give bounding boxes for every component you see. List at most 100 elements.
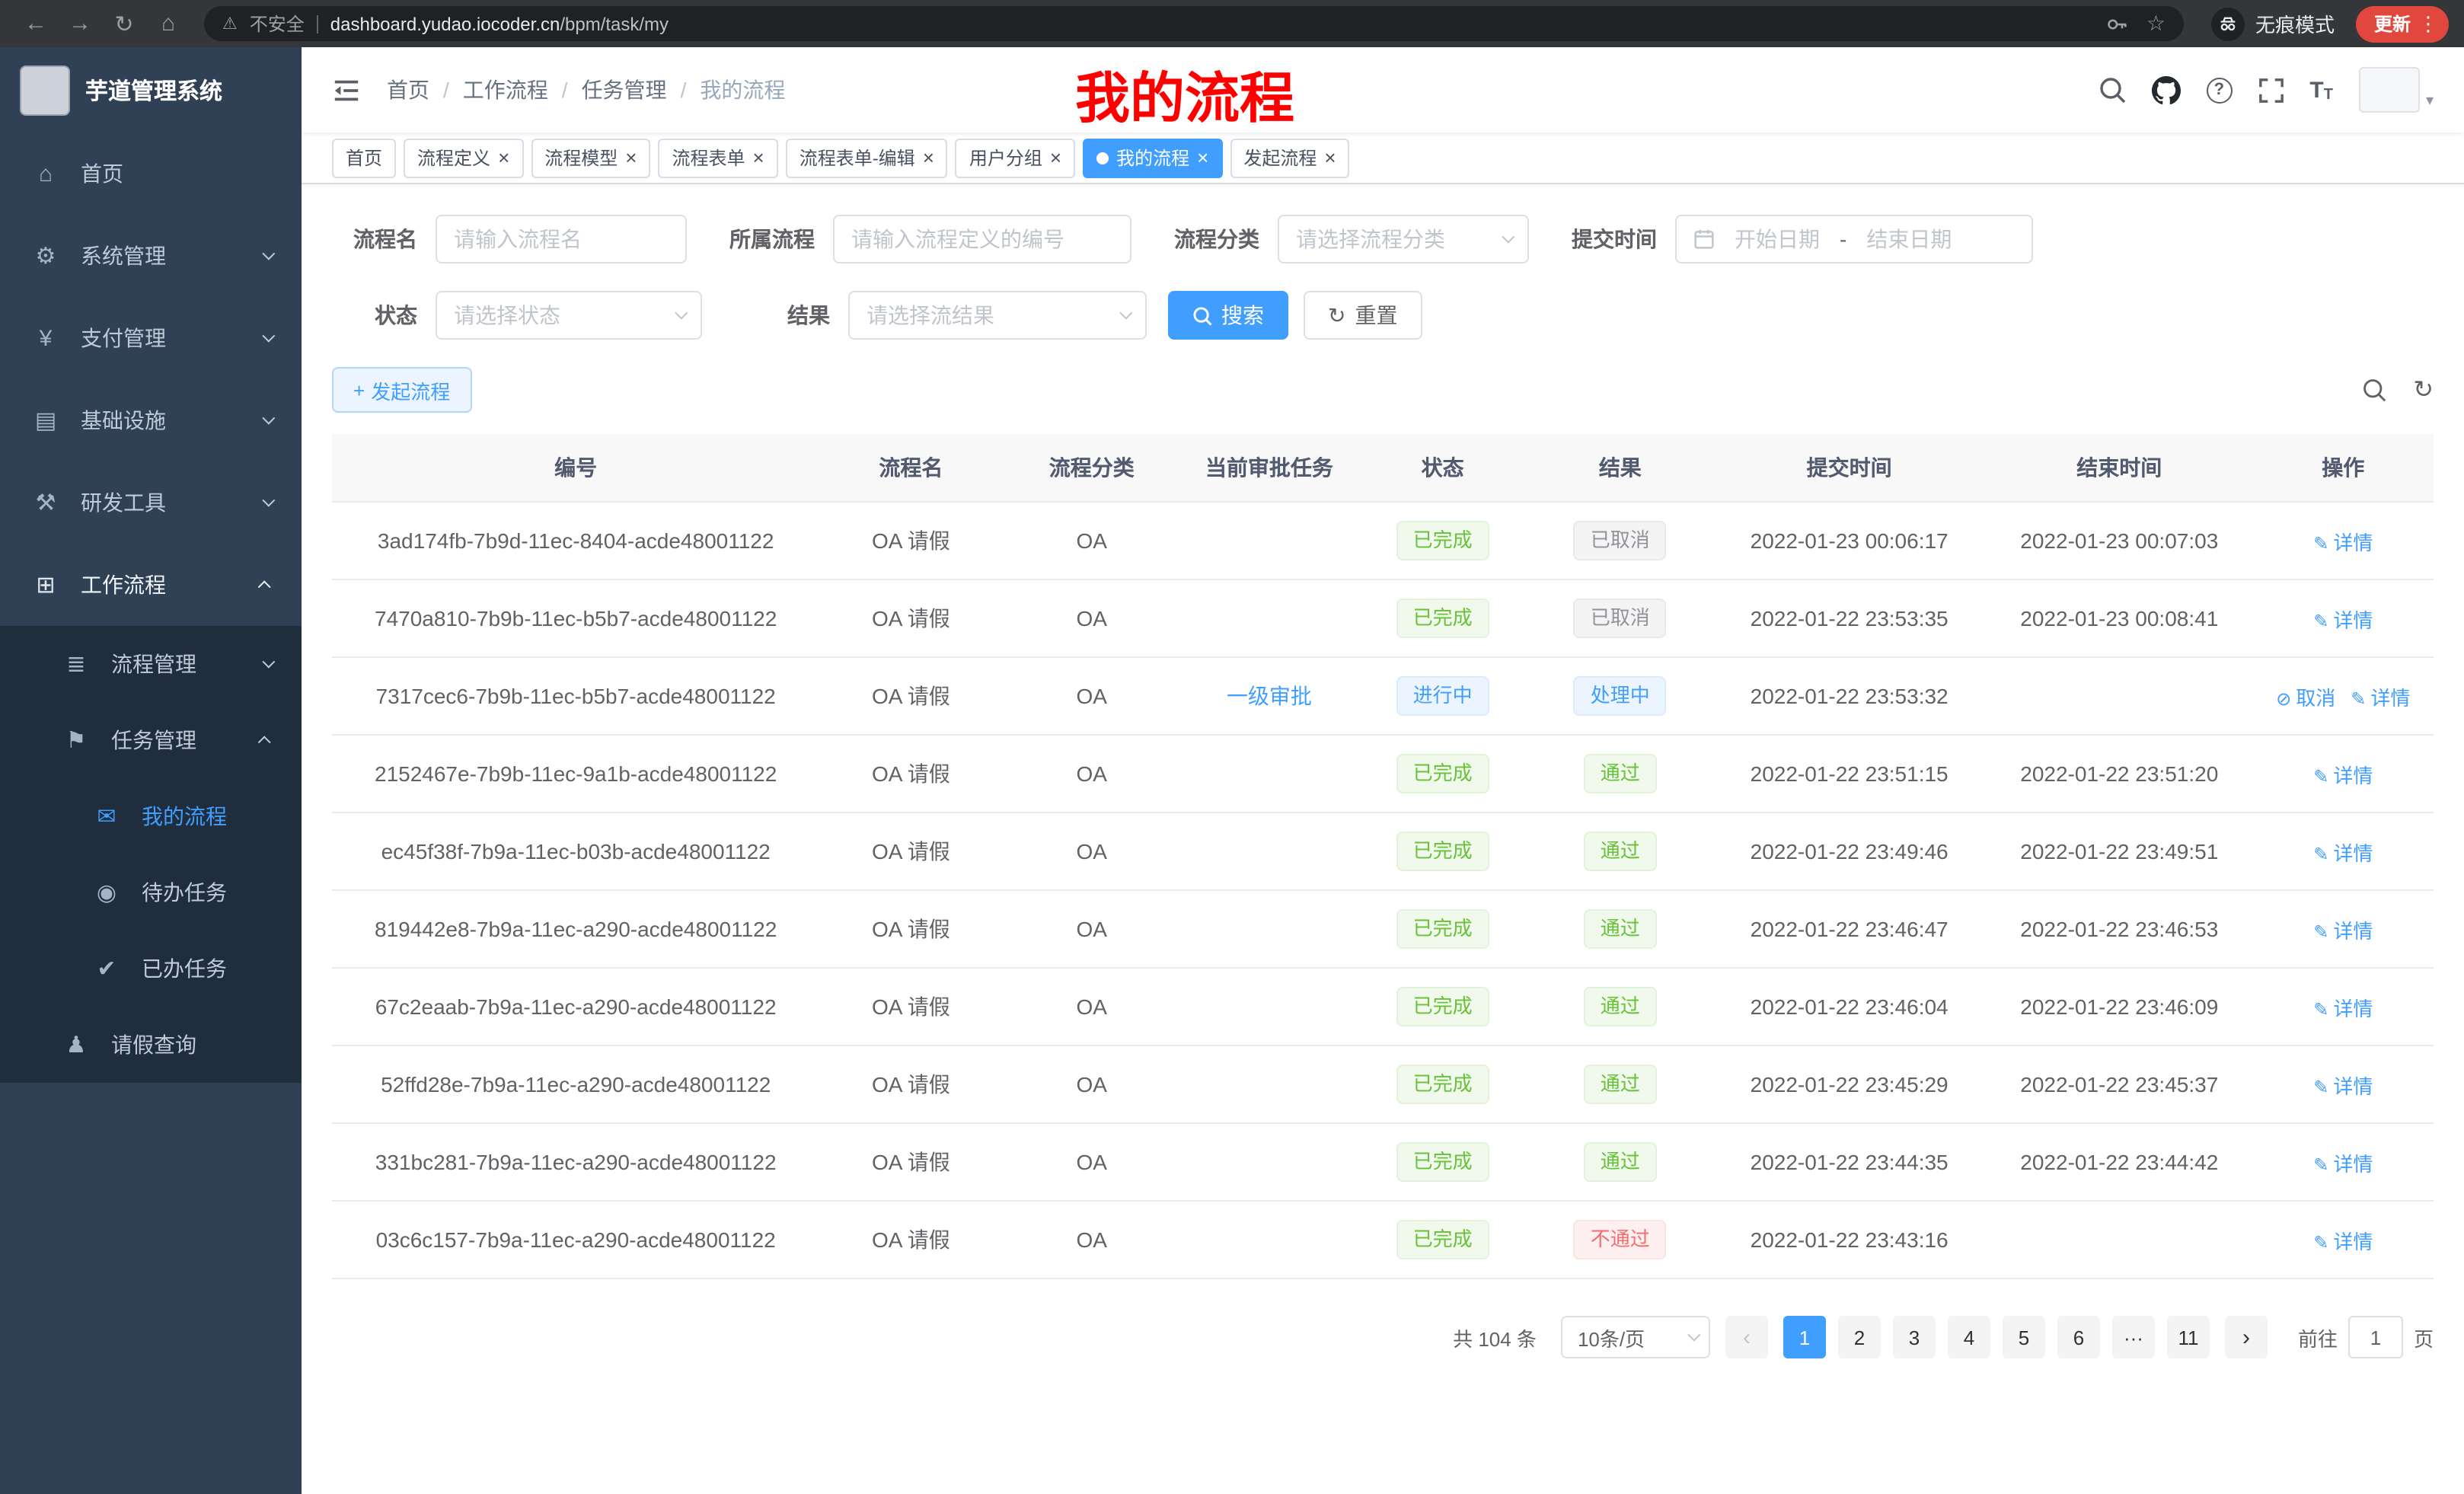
detail-action-link[interactable]: ✎详情 [2313,1152,2373,1175]
goto-page-input[interactable] [2348,1316,2403,1358]
refresh-table-icon[interactable]: ↻ [2413,375,2434,405]
pager-page-3[interactable]: 3 [1893,1316,1936,1358]
security-label[interactable]: 不安全 [250,11,305,37]
cell-process-name: OA 请假 [819,890,1002,968]
create-process-button[interactable]: + 发起流程 [332,367,471,413]
help-icon[interactable]: ? [2206,77,2232,103]
pager-page-6[interactable]: 6 [2057,1316,2100,1358]
sidebar-item-payment[interactable]: ¥支付管理 [0,297,302,379]
sidebar-item-process-list[interactable]: ≣流程管理 [0,626,302,702]
pager-page-5[interactable]: 5 [2003,1316,2045,1358]
sidebar-item-label: 基础设施 [81,405,166,436]
page-size-select[interactable]: 10条/页 [1561,1316,1710,1358]
sidebar-item-tools[interactable]: ⚒研发工具 [0,461,302,544]
breadcrumb-item[interactable]: 工作流程 [463,75,548,105]
detail-action-link[interactable]: ✎详情 [2351,686,2410,709]
table-row: 03c6c157-7b9a-11ec-a290-acde48001122OA 请… [332,1201,2434,1279]
detail-action-link[interactable]: ✎详情 [2313,1230,2373,1253]
sidebar-item-gear[interactable]: ⚙系统管理 [0,215,302,297]
forward-icon[interactable]: → [59,11,101,37]
sidebar-item-done[interactable]: ✔已办任务 [0,931,302,1007]
breadcrumb-item[interactable]: 任务管理 [582,75,667,105]
search-button-icon [1192,305,1212,325]
browser-home-icon[interactable]: ⌂ [148,11,189,37]
tab-2[interactable]: 流程模型× [531,138,650,177]
category-select[interactable]: 请选择流程分类 [1278,215,1529,263]
font-size-icon[interactable]: TT [2309,77,2333,103]
address-bar[interactable]: ⚠ 不安全 dashboard.yudao.iocoder.cn/bpm/tas… [204,6,2184,41]
prev-page-button[interactable]: ‹ [1725,1316,1768,1358]
show-search-icon[interactable] [2361,378,2386,402]
status-placeholder: 请选择状态 [454,300,560,330]
detail-action-link[interactable]: ✎详情 [2313,841,2373,864]
tab-6[interactable]: 我的流程× [1083,138,1222,177]
close-icon[interactable]: × [625,148,637,168]
tab-3[interactable]: 流程表单× [658,138,777,177]
browser-chrome: ← → ↻ ⌂ ⚠ 不安全 dashboard.yudao.iocoder.cn… [0,0,2464,47]
task-link[interactable]: 一级审批 [1227,684,1312,708]
tab-label: 发起流程 [1243,145,1317,171]
reload-icon[interactable]: ↻ [104,10,145,37]
tab-1[interactable]: 流程定义× [404,138,523,177]
next-page-button[interactable]: › [2225,1316,2268,1358]
process-table: 编号流程名流程分类当前审批任务状态结果提交时间结束时间操作 3ad174fb-7… [332,434,2434,1279]
date-range-picker[interactable]: 开始日期 - 结束日期 [1675,215,2033,263]
fullscreen-icon[interactable] [2258,77,2284,103]
process-key-input[interactable] [833,215,1131,263]
hamburger-icon[interactable] [332,75,361,104]
bookmark-star-icon[interactable]: ☆ [2146,11,2166,37]
close-icon[interactable]: × [498,148,509,168]
sidebar-item-task[interactable]: ⚑任务管理 [0,702,302,778]
detail-action-link[interactable]: ✎详情 [2313,764,2373,787]
avatar[interactable] [2359,67,2420,113]
tab-0[interactable]: 首页 [332,138,396,177]
detail-action-link[interactable]: ✎详情 [2313,1074,2373,1097]
pager-page-1[interactable]: 1 [1783,1316,1826,1358]
detail-action-link[interactable]: ✎详情 [2313,531,2373,554]
cell-status: 已完成 [1358,579,1528,657]
sidebar-item-workflow[interactable]: ⊞工作流程 [0,544,302,626]
cell-current-task [1181,735,1358,812]
close-icon[interactable]: × [923,148,934,168]
sidebar-item-user[interactable]: ♟请假查询 [0,1007,302,1083]
cell-process-name: OA 请假 [819,579,1002,657]
tab-7[interactable]: 发起流程 × [1230,138,1349,177]
close-icon[interactable]: × [1324,148,1336,168]
pager-page-4[interactable]: 4 [1948,1316,1990,1358]
sidebar-item-chat[interactable]: ✉我的流程 [0,778,302,854]
detail-action-link[interactable]: ✎详情 [2313,919,2373,942]
search-button[interactable]: 搜索 [1168,291,1288,340]
sidebar-item-infrastructure[interactable]: ▤基础设施 [0,379,302,461]
cell-end-time: 2022-01-22 23:44:42 [1986,1123,2253,1201]
sidebar-item-home[interactable]: ⌂首页 [0,132,302,215]
close-icon[interactable]: × [753,148,764,168]
breadcrumb-item[interactable]: 首页 [387,75,429,105]
reset-button[interactable]: ↻ 重置 [1304,291,1422,340]
pager-more-button[interactable]: ··· [2112,1316,2155,1358]
tab-4[interactable]: 流程表单-编辑× [786,138,948,177]
close-icon[interactable]: × [1050,148,1061,168]
url-text[interactable]: dashboard.yudao.iocoder.cn/bpm/task/my [330,13,2095,34]
user-menu[interactable]: ▾ [2359,67,2434,113]
process-name-input[interactable] [436,215,687,263]
back-icon[interactable]: ← [15,11,56,37]
sidebar-item-eye[interactable]: ◉待办任务 [0,854,302,931]
cancel-action-link[interactable]: ⊘取消 [2276,686,2335,709]
status-select[interactable]: 请选择状态 [436,291,702,340]
result-select[interactable]: 请选择流结果 [848,291,1147,340]
github-icon[interactable] [2151,75,2180,104]
reset-button-label: 重置 [1355,300,1397,330]
pager-page-2[interactable]: 2 [1838,1316,1881,1358]
active-dot-icon [1096,152,1109,164]
tab-5[interactable]: 用户分组× [956,138,1075,177]
update-button[interactable]: 更新 ⋮ [2356,5,2449,42]
detail-action-link[interactable]: ✎详情 [2313,997,2373,1020]
search-icon[interactable] [2098,76,2125,104]
close-icon[interactable]: × [1197,148,1208,168]
end-date-placeholder: 结束日期 [1866,224,1952,254]
browser-menu-icon[interactable]: ⋮ [2418,11,2438,36]
detail-action-link[interactable]: ✎详情 [2313,608,2373,631]
pager-page-11[interactable]: 11 [2167,1316,2210,1358]
cell-actions: ✎详情 [2253,812,2434,890]
password-key-icon[interactable] [2107,13,2128,34]
